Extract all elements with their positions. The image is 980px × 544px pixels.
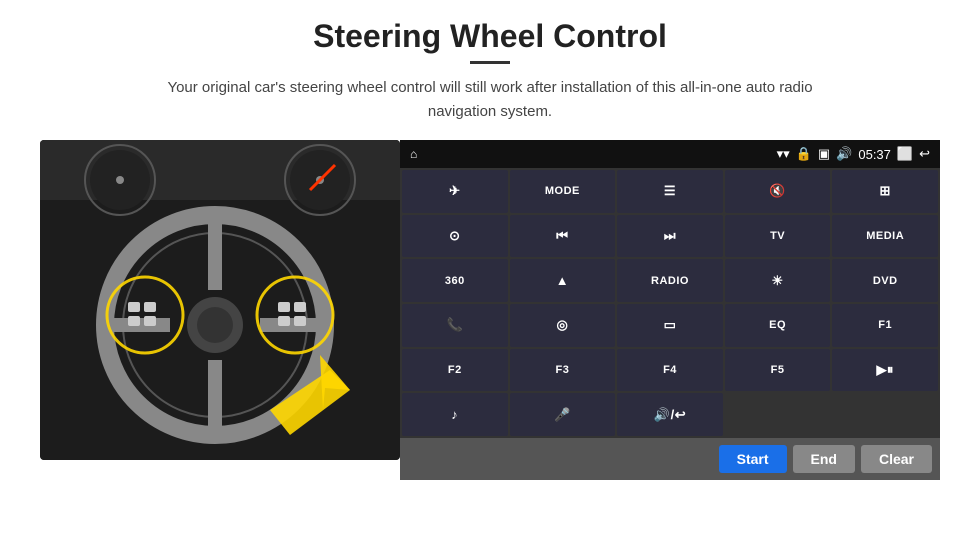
btn-settings[interactable]: ⊙ <box>402 215 508 258</box>
action-bar: Start End Clear <box>400 438 940 480</box>
btn-dvd[interactable]: DVD <box>832 259 938 302</box>
button-grid: ✈ MODE ☰ 🔇 ⊞ ⊙ ⏮ ⏭ TV MEDIA 360 ▲ RADIO … <box>400 168 940 438</box>
bt-icon: 🔊 <box>836 146 852 162</box>
btn-phone[interactable]: 📞 <box>402 304 508 347</box>
home-icon[interactable]: ⌂ <box>410 147 417 161</box>
steering-wheel-photo <box>40 140 400 460</box>
end-button[interactable]: End <box>793 445 855 473</box>
btn-f2[interactable]: F2 <box>402 349 508 392</box>
btn-mute[interactable]: 🔇 <box>725 170 831 213</box>
btn-tv[interactable]: TV <box>725 215 831 258</box>
lock-icon: 🔒 <box>796 146 812 162</box>
content-row: ⌂ ▾▾ 🔒 ▣ 🔊 05:37 ⬜ ↩ ✈ MODE ☰ 🔇 <box>40 140 940 480</box>
status-bar: ⌂ ▾▾ 🔒 ▣ 🔊 05:37 ⬜ ↩ <box>400 140 940 168</box>
page-subtitle: Your original car's steering wheel contr… <box>140 76 840 124</box>
control-panel: ⌂ ▾▾ 🔒 ▣ 🔊 05:37 ⬜ ↩ ✈ MODE ☰ 🔇 <box>400 140 940 480</box>
btn-play-pause[interactable]: ▶⏸ <box>832 349 938 392</box>
gap-2 <box>832 393 938 436</box>
btn-eject[interactable]: ▲ <box>510 259 616 302</box>
wifi-icon: ▾▾ <box>777 146 790 162</box>
clear-button[interactable]: Clear <box>861 445 932 473</box>
btn-scroll[interactable]: ◎ <box>510 304 616 347</box>
btn-f1[interactable]: F1 <box>832 304 938 347</box>
btn-f4[interactable]: F4 <box>617 349 723 392</box>
btn-list[interactable]: ☰ <box>617 170 723 213</box>
btn-apps[interactable]: ⊞ <box>832 170 938 213</box>
btn-next[interactable]: ⏭ <box>617 215 723 258</box>
status-left: ⌂ <box>410 147 417 161</box>
btn-music[interactable]: ♪ <box>402 393 508 436</box>
btn-mode[interactable]: MODE <box>510 170 616 213</box>
title-divider <box>470 61 510 64</box>
time-display: 05:37 <box>858 147 891 162</box>
btn-360[interactable]: 360 <box>402 259 508 302</box>
btn-radio[interactable]: RADIO <box>617 259 723 302</box>
btn-prev[interactable]: ⏮ <box>510 215 616 258</box>
btn-screen[interactable]: ▭ <box>617 304 723 347</box>
btn-nav[interactable]: ✈ <box>402 170 508 213</box>
btn-f5[interactable]: F5 <box>725 349 831 392</box>
btn-brightness[interactable]: ☀ <box>725 259 831 302</box>
btn-vol-phone[interactable]: 🔊/↩ <box>617 393 723 436</box>
btn-f3[interactable]: F3 <box>510 349 616 392</box>
btn-mic[interactable]: 🎤 <box>510 393 616 436</box>
page-container: Steering Wheel Control Your original car… <box>0 0 980 544</box>
window-icon: ⬜ <box>897 146 913 162</box>
start-button[interactable]: Start <box>719 445 787 473</box>
status-right: ▾▾ 🔒 ▣ 🔊 05:37 ⬜ ↩ <box>777 146 930 162</box>
sim-icon: ▣ <box>818 146 830 162</box>
page-title: Steering Wheel Control <box>313 18 667 55</box>
btn-eq[interactable]: EQ <box>725 304 831 347</box>
back-icon[interactable]: ↩ <box>919 146 930 162</box>
gap-1 <box>725 393 831 436</box>
btn-media[interactable]: MEDIA <box>832 215 938 258</box>
